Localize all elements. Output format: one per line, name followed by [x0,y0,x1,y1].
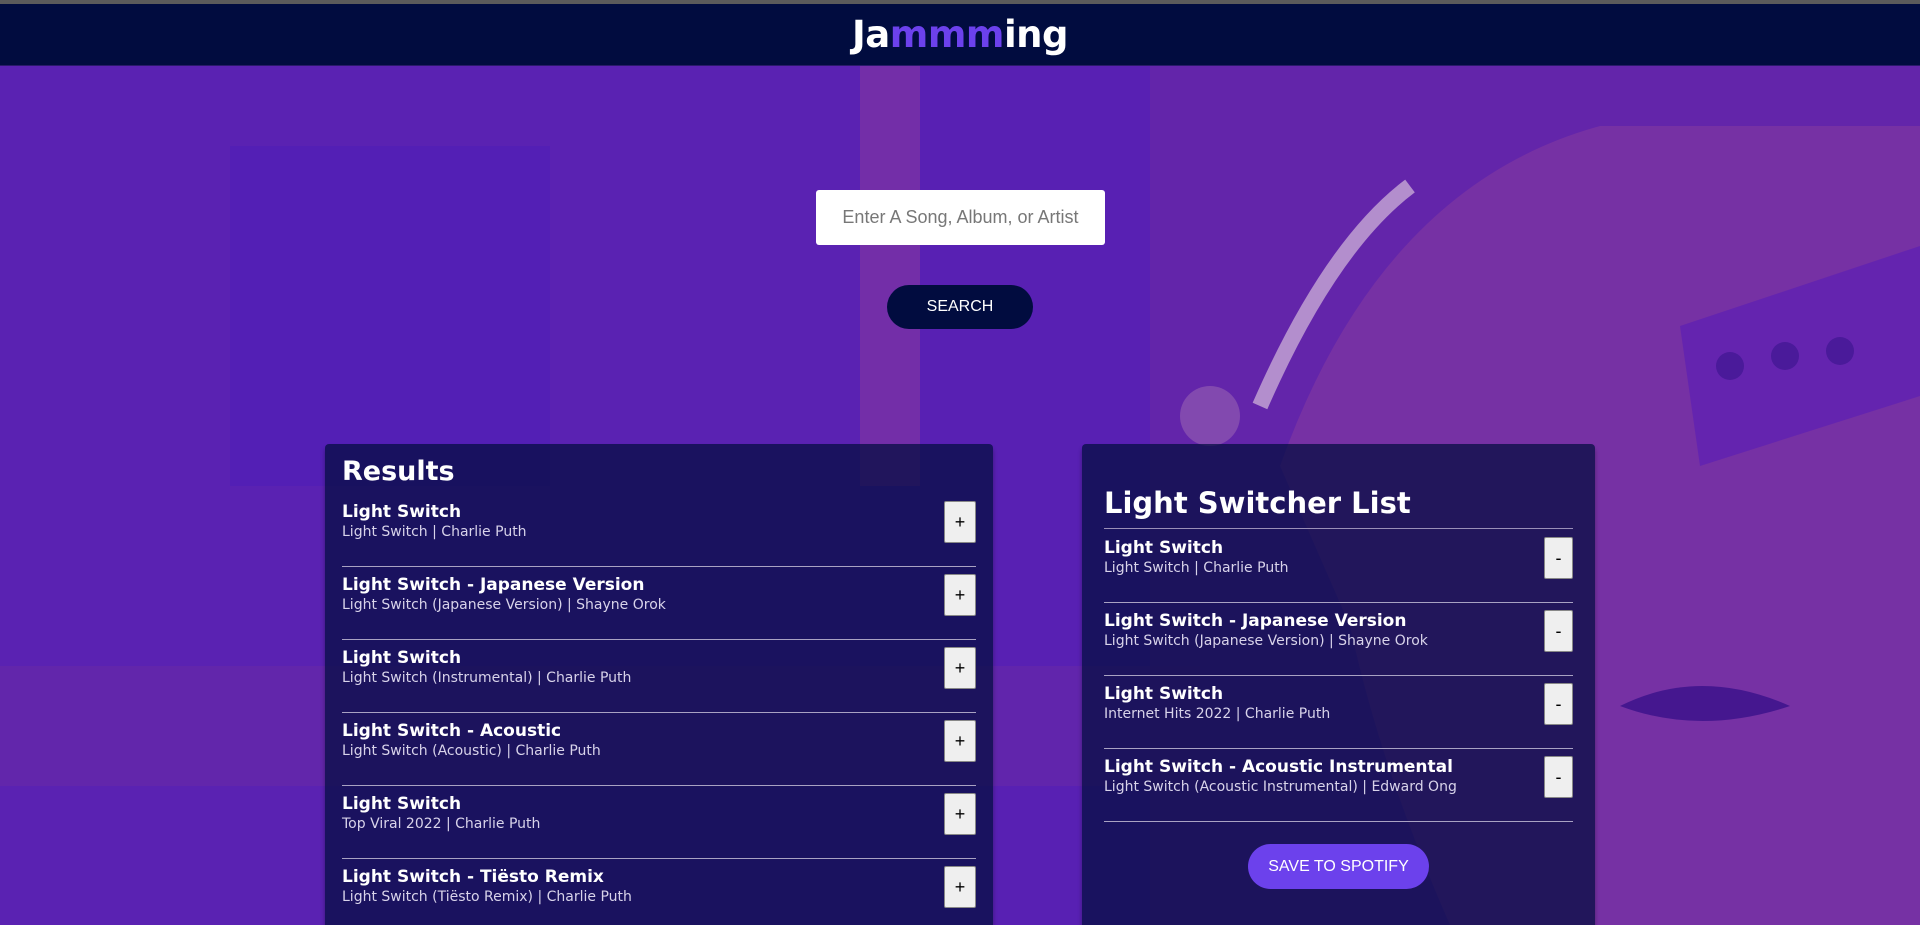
logo-part-3: ing [1003,13,1069,56]
app-header: Jammming [0,4,1920,66]
result-track: Light Switch Light Switch (Instrumental)… [342,640,976,713]
track-info: Light Switch (Tiësto Remix) | Charlie Pu… [342,889,632,905]
logo-part-1: Ja [852,13,890,56]
result-track: Light Switch - Acoustic Light Switch (Ac… [342,713,976,786]
search-input[interactable] [816,190,1105,245]
add-track-button[interactable]: + [944,574,976,616]
add-track-button[interactable]: + [944,866,976,908]
playlist-track: Light Switch - Japanese Version Light Sw… [1104,603,1573,676]
track-name: Light Switch [342,502,462,522]
track-info: Light Switch (Acoustic) | Charlie Puth [342,743,601,759]
track-info: Internet Hits 2022 | Charlie Puth [1104,706,1331,722]
track-name: Light Switch - Japanese Version [1104,611,1407,631]
track-info: Light Switch (Japanese Version) | Shayne… [1104,633,1428,649]
add-track-button[interactable]: + [944,720,976,762]
track-name: Light Switch [342,794,462,814]
playlist-track: Light Switch - Acoustic Instrumental Lig… [1104,749,1573,822]
result-track: Light Switch Top Viral 2022 | Charlie Pu… [342,786,976,859]
add-track-button[interactable]: + [944,793,976,835]
track-name: Light Switch [1104,538,1224,558]
track-name: Light Switch - Acoustic Instrumental [1104,757,1453,777]
remove-track-button[interactable]: - [1544,537,1573,579]
track-name: Light Switch [1104,684,1224,704]
search-button[interactable]: SEARCH [887,285,1033,329]
playlist-title-input[interactable]: Light Switcher List [1104,486,1411,520]
remove-track-button[interactable]: - [1544,610,1573,652]
save-to-spotify-button[interactable]: SAVE TO SPOTIFY [1248,844,1429,889]
track-name: Light Switch - Japanese Version [342,575,645,595]
track-name: Light Switch [342,648,462,668]
result-track: Light Switch - Japanese Version Light Sw… [342,567,976,640]
add-track-button[interactable]: + [944,501,976,543]
logo-part-2: mmm [889,13,1005,56]
track-info: Light Switch | Charlie Puth [342,524,527,540]
add-track-button[interactable]: + [944,647,976,689]
results-panel: Results Light Switch Light Switch | Char… [325,444,993,925]
track-info: Light Switch | Charlie Puth [1104,560,1289,576]
remove-track-button[interactable]: - [1544,683,1573,725]
results-title: Results [342,456,455,487]
track-info: Light Switch (Japanese Version) | Shayne… [342,597,666,613]
playlist-title-divider [1104,528,1573,529]
result-track: Light Switch Light Switch | Charlie Puth… [342,494,976,567]
track-info: Light Switch (Instrumental) | Charlie Pu… [342,670,632,686]
track-info: Light Switch (Acoustic Instrumental) | E… [1104,779,1457,795]
remove-track-button[interactable]: - [1544,756,1573,798]
track-name: Light Switch - Tiësto Remix [342,867,604,887]
result-track: Light Switch - Tiësto Remix Light Switch… [342,859,976,925]
track-info: Top Viral 2022 | Charlie Puth [342,816,541,832]
app-logo: Jammming [852,13,1068,56]
track-name: Light Switch - Acoustic [342,721,562,741]
playlist-panel: Light Switcher List Light Switch Light S… [1082,444,1595,925]
playlist-track: Light Switch Light Switch | Charlie Puth… [1104,530,1573,603]
playlist-track: Light Switch Internet Hits 2022 | Charli… [1104,676,1573,749]
